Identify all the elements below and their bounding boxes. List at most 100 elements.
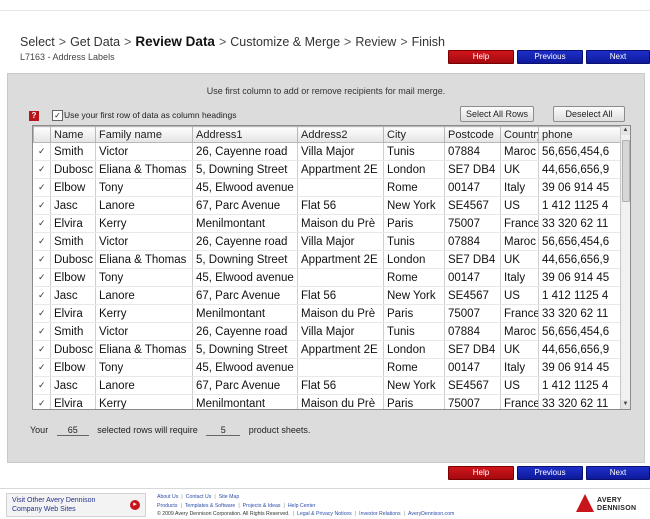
table-cell: Paris xyxy=(383,214,445,233)
table-row[interactable]: ✓ Elbow Tony 45, Elwood avenue Rome 00147 Ital… xyxy=(33,268,622,287)
step-separator: > xyxy=(344,35,352,49)
row-select-checkmark[interactable]: ✓ xyxy=(33,178,51,197)
footer-link[interactable]: Help Center xyxy=(288,503,316,509)
footer-link[interactable]: Legal & Privacy Notices xyxy=(297,511,352,517)
table-cell: Maroc xyxy=(500,322,539,341)
table-cell: Paris xyxy=(383,304,445,323)
copyright-text: © 2009 Avery Dennison Corporation. All R… xyxy=(157,511,290,517)
table-cell: UK xyxy=(500,340,539,359)
previous-button-top[interactable]: Previous xyxy=(517,50,583,64)
table-cell: Elvira xyxy=(50,394,96,409)
step-customize-merge: Customize & Merge xyxy=(230,35,341,49)
column-header[interactable]: Country xyxy=(500,126,539,143)
visit-other-sites-box[interactable]: Visit Other Avery Dennison Company Web S… xyxy=(6,493,146,517)
grid-body: ✓ Smith Victor 26, Cayenne road Villa Major T… xyxy=(33,142,622,409)
table-cell: Maroc xyxy=(500,232,539,251)
row-select-checkmark[interactable]: ✓ xyxy=(33,394,51,409)
table-cell: Appartment 2E xyxy=(297,340,384,359)
table-cell: Victor xyxy=(95,232,193,251)
select-all-rows-button[interactable]: Select All Rows xyxy=(460,106,534,122)
use-first-row-checkbox[interactable]: ✓ xyxy=(52,110,63,121)
row-select-checkmark[interactable]: ✓ xyxy=(33,286,51,305)
footer-link[interactable]: About Us xyxy=(157,494,178,500)
table-cell: SE4567 xyxy=(444,286,501,305)
row-select-checkmark[interactable]: ✓ xyxy=(33,160,51,179)
table-row[interactable]: ✓ Elvira Kerry Menilmontant Maison du Prè Par… xyxy=(33,394,622,409)
grid-scrollbar[interactable]: ▲ ▼ xyxy=(620,126,630,409)
scroll-up-icon[interactable]: ▲ xyxy=(621,126,630,135)
table-row[interactable]: ✓ Elbow Tony 45, Elwood avenue Rome 00147 Ital… xyxy=(33,178,622,197)
table-row[interactable]: ✓ Smith Victor 26, Cayenne road Villa Major T… xyxy=(33,232,622,251)
table-cell: France xyxy=(500,394,539,409)
table-cell: US xyxy=(500,286,539,305)
recipients-table: Name Family name Address1 Address2 City … xyxy=(33,126,622,409)
table-row[interactable]: ✓ Dubosc Eliana & Thomas 5, Downing Street A… xyxy=(33,340,622,359)
use-first-row-label: Use your first row of data as column hea… xyxy=(64,110,237,120)
footer-link[interactable]: Site Map xyxy=(219,494,239,500)
table-row[interactable]: ✓ Elvira Kerry Menilmontant Maison du Prè Par… xyxy=(33,214,622,233)
table-cell: Kerry xyxy=(95,214,193,233)
column-header[interactable]: Postcode xyxy=(444,126,501,143)
table-row[interactable]: ✓ Smith Victor 26, Cayenne road Villa Major T… xyxy=(33,322,622,341)
help-button-bottom[interactable]: Help xyxy=(448,466,514,480)
column-header[interactable]: Address1 xyxy=(192,126,298,143)
table-cell: Flat 56 xyxy=(297,196,384,215)
avery-dennison-logo[interactable]: AVERY DENNISON xyxy=(576,494,648,516)
table-cell: 07884 xyxy=(444,142,501,161)
next-button-bottom[interactable]: Next xyxy=(586,466,650,480)
help-icon[interactable]: ? xyxy=(29,111,39,121)
table-row[interactable]: ✓ Dubosc Eliana & Thomas 5, Downing Street A… xyxy=(33,250,622,269)
table-cell: Elbow xyxy=(50,268,96,287)
scroll-thumb[interactable] xyxy=(622,140,630,202)
go-arrow-icon[interactable]: ▸ xyxy=(130,500,140,510)
table-cell xyxy=(297,178,384,197)
table-row[interactable]: ✓ Elvira Kerry Menilmontant Maison du Prè Par… xyxy=(33,304,622,323)
visit-line-1: Visit Other Avery Dennison xyxy=(12,497,96,504)
row-select-checkmark[interactable]: ✓ xyxy=(33,196,51,215)
row-select-checkmark[interactable]: ✓ xyxy=(33,142,51,161)
table-cell: 45, Elwood avenue xyxy=(192,358,298,377)
row-select-checkmark[interactable]: ✓ xyxy=(33,268,51,287)
table-row[interactable]: ✓ Jasc Lanore 67, Parc Avenue Flat 56 New Yor… xyxy=(33,196,622,215)
table-cell: Paris xyxy=(383,394,445,409)
table-row[interactable]: ✓ Jasc Lanore 67, Parc Avenue Flat 56 New Yor… xyxy=(33,376,622,395)
footer-link[interactable]: AveryDennison.com xyxy=(408,511,454,517)
row-select-checkmark[interactable]: ✓ xyxy=(33,358,51,377)
footer-link[interactable]: Templates & Software xyxy=(185,503,235,509)
table-row[interactable]: ✓ Jasc Lanore 67, Parc Avenue Flat 56 New Yor… xyxy=(33,286,622,305)
footer-link[interactable]: Products xyxy=(157,503,177,509)
footer-link[interactable]: Investor Relations xyxy=(359,511,401,517)
table-cell: Tunis xyxy=(383,142,445,161)
table-cell: 45, Elwood avenue xyxy=(192,178,298,197)
table-cell: London xyxy=(383,340,445,359)
row-select-checkmark[interactable]: ✓ xyxy=(33,232,51,251)
previous-button-bottom[interactable]: Previous xyxy=(517,466,583,480)
row-select-checkmark[interactable]: ✓ xyxy=(33,250,51,269)
column-header[interactable]: City xyxy=(383,126,445,143)
scroll-down-icon[interactable]: ▼ xyxy=(621,400,630,409)
table-row[interactable]: ✓ Elbow Tony 45, Elwood avenue Rome 00147 Ital… xyxy=(33,358,622,377)
table-cell: 44,656,656,9 xyxy=(538,250,622,269)
row-select-checkmark[interactable]: ✓ xyxy=(33,322,51,341)
table-cell: SE4567 xyxy=(444,376,501,395)
footer-link[interactable]: Projects & Ideas xyxy=(243,503,281,509)
table-row[interactable]: ✓ Smith Victor 26, Cayenne road Villa Major T… xyxy=(33,142,622,161)
column-header[interactable]: Name xyxy=(50,126,96,143)
table-cell xyxy=(297,358,384,377)
next-button-top[interactable]: Next xyxy=(586,50,650,64)
deselect-all-button[interactable]: Deselect All xyxy=(553,106,625,122)
table-cell: 67, Parc Avenue xyxy=(192,196,298,215)
footer-link[interactable]: Contact Us xyxy=(186,494,212,500)
column-header[interactable]: phone xyxy=(538,126,622,143)
table-row[interactable]: ✓ Dubosc Eliana & Thomas 5, Downing Street A… xyxy=(33,160,622,179)
table-cell: London xyxy=(383,250,445,269)
column-header[interactable]: Family name xyxy=(95,126,193,143)
table-cell: 44,656,656,9 xyxy=(538,340,622,359)
help-button-top[interactable]: Help xyxy=(448,50,514,64)
row-select-checkmark[interactable]: ✓ xyxy=(33,304,51,323)
row-select-checkmark[interactable]: ✓ xyxy=(33,214,51,233)
column-header[interactable]: Address2 xyxy=(297,126,384,143)
row-select-checkmark[interactable]: ✓ xyxy=(33,376,51,395)
table-cell: Flat 56 xyxy=(297,286,384,305)
row-select-checkmark[interactable]: ✓ xyxy=(33,340,51,359)
